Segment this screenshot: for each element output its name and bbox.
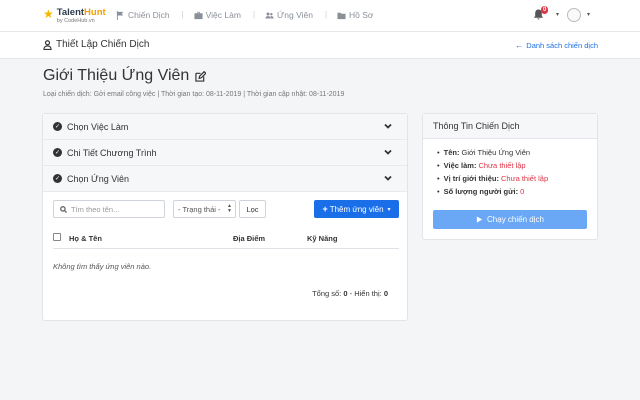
search-field[interactable] xyxy=(53,200,165,218)
accordion-program-details[interactable]: ✓ Chi Tiết Chương Trình xyxy=(43,140,407,166)
info-sender-count: Số lượng người gửi: 0 xyxy=(437,187,583,196)
run-campaign-button[interactable]: Chạy chiến dịch xyxy=(433,210,587,229)
accordion-select-job[interactable]: ✓ Chọn Việc Làm xyxy=(43,114,407,140)
folder-icon xyxy=(337,12,346,19)
nav-divider: | xyxy=(181,10,184,19)
card-title: Thông Tin Chiến Dịch xyxy=(423,114,597,139)
nav-divider: | xyxy=(324,10,328,19)
nav-item-campaigns[interactable]: Chiến Dịch xyxy=(116,10,170,20)
user-icon xyxy=(43,39,52,50)
brand-name: TalentHunt xyxy=(56,7,106,18)
chevron-down-icon[interactable]: ▾ xyxy=(587,11,590,18)
candidate-toolbar: - Trạng thái - ▲▼ Lọc + Thêm ứng viên ▾ xyxy=(53,200,399,218)
info-name: Tên: Giới Thiệu Ứng Viên xyxy=(437,148,583,157)
filter-button[interactable]: Lọc xyxy=(239,200,266,218)
status-select[interactable]: - Trạng thái - ▲ ▼ xyxy=(173,200,236,218)
info-position: Vị trí giới thiệu: Chưa thiết lập xyxy=(437,174,583,183)
check-circle-icon: ✓ xyxy=(53,174,62,183)
edit-icon[interactable] xyxy=(195,70,207,82)
chevron-down-icon xyxy=(384,174,392,182)
nav-item-jobs[interactable]: Việc Làm xyxy=(194,10,241,20)
campaign-info-card: Thông Tin Chiến Dịch Tên: Giới Thiệu Ứng… xyxy=(422,113,598,240)
accordion-select-candidates[interactable]: ✓ Chọn Ứng Viên xyxy=(43,166,407,192)
page-title: Giới Thiệu Ứng Viên xyxy=(43,67,207,85)
table-summary: Tổng số: 0 - Hiển thị: 0 xyxy=(312,289,388,298)
campaign-list-link[interactable]: ← Danh sách chiến dịch xyxy=(515,41,598,50)
star-icon: ★ xyxy=(43,7,54,21)
info-job: Việc làm: Chưa thiết lập xyxy=(437,161,583,170)
search-icon xyxy=(60,205,67,213)
search-input[interactable] xyxy=(71,204,161,214)
column-location[interactable]: Địa Điểm xyxy=(233,234,265,243)
chevron-down-icon xyxy=(384,122,392,130)
chevron-down-icon[interactable]: ▾ xyxy=(556,11,559,18)
campaign-info-list: Tên: Giới Thiệu Ứng Viên Việc làm: Chưa … xyxy=(423,139,597,196)
sort-arrows-icon: ▲ ▼ xyxy=(227,203,232,214)
add-candidate-button[interactable]: + Thêm ứng viên ▾ xyxy=(314,200,399,218)
avatar[interactable] xyxy=(567,8,581,22)
sub-header: Thiết Lập Chiến Dịch ← Danh sách chiến d… xyxy=(0,32,640,59)
column-skills[interactable]: Kỹ Năng xyxy=(307,234,337,243)
main-menu: Chiến Dịch | Việc Làm | Ứng Viên | Hồ Sơ xyxy=(116,10,386,20)
campaign-setup-card: ✓ Chọn Việc Làm ✓ Chi Tiết Chương Trình … xyxy=(42,113,408,321)
briefcase-icon xyxy=(194,11,203,19)
check-circle-icon: ✓ xyxy=(53,122,62,131)
empty-message: Không tìm thấy ứng viên nào. xyxy=(53,262,152,271)
campaign-meta: Loại chiến dịch: Gởi email công việc | T… xyxy=(43,91,345,98)
nav-item-candidates[interactable]: Ứng Viên xyxy=(265,10,313,20)
column-name[interactable]: Họ & Tên xyxy=(69,234,102,243)
candidate-table-header: Họ & Tên Địa Điểm Kỹ Năng xyxy=(53,229,399,249)
check-circle-icon: ✓ xyxy=(53,148,62,157)
arrow-left-icon: ← xyxy=(515,41,524,50)
nav-divider: | xyxy=(252,10,256,19)
chevron-down-icon: ▾ xyxy=(387,206,391,213)
chevron-down-icon xyxy=(384,148,392,156)
top-navbar: ★ TalentHunt by CodeHub.vn Chiến Dịch | … xyxy=(0,0,640,32)
play-icon xyxy=(476,216,483,223)
users-icon xyxy=(265,12,274,18)
brand-logo[interactable]: ★ TalentHunt by CodeHub.vn xyxy=(43,8,106,26)
notifications-button[interactable]: 0 xyxy=(533,6,549,22)
plus-icon: + xyxy=(322,204,328,214)
brand-subtitle: by CodeHub.vn xyxy=(56,18,95,24)
notification-badge: 0 xyxy=(541,6,549,14)
flag-icon xyxy=(116,10,124,20)
nav-item-profiles[interactable]: Hồ Sơ xyxy=(337,10,374,20)
section-title: Thiết Lập Chiến Dịch xyxy=(43,39,149,50)
select-all-checkbox[interactable] xyxy=(53,233,61,241)
